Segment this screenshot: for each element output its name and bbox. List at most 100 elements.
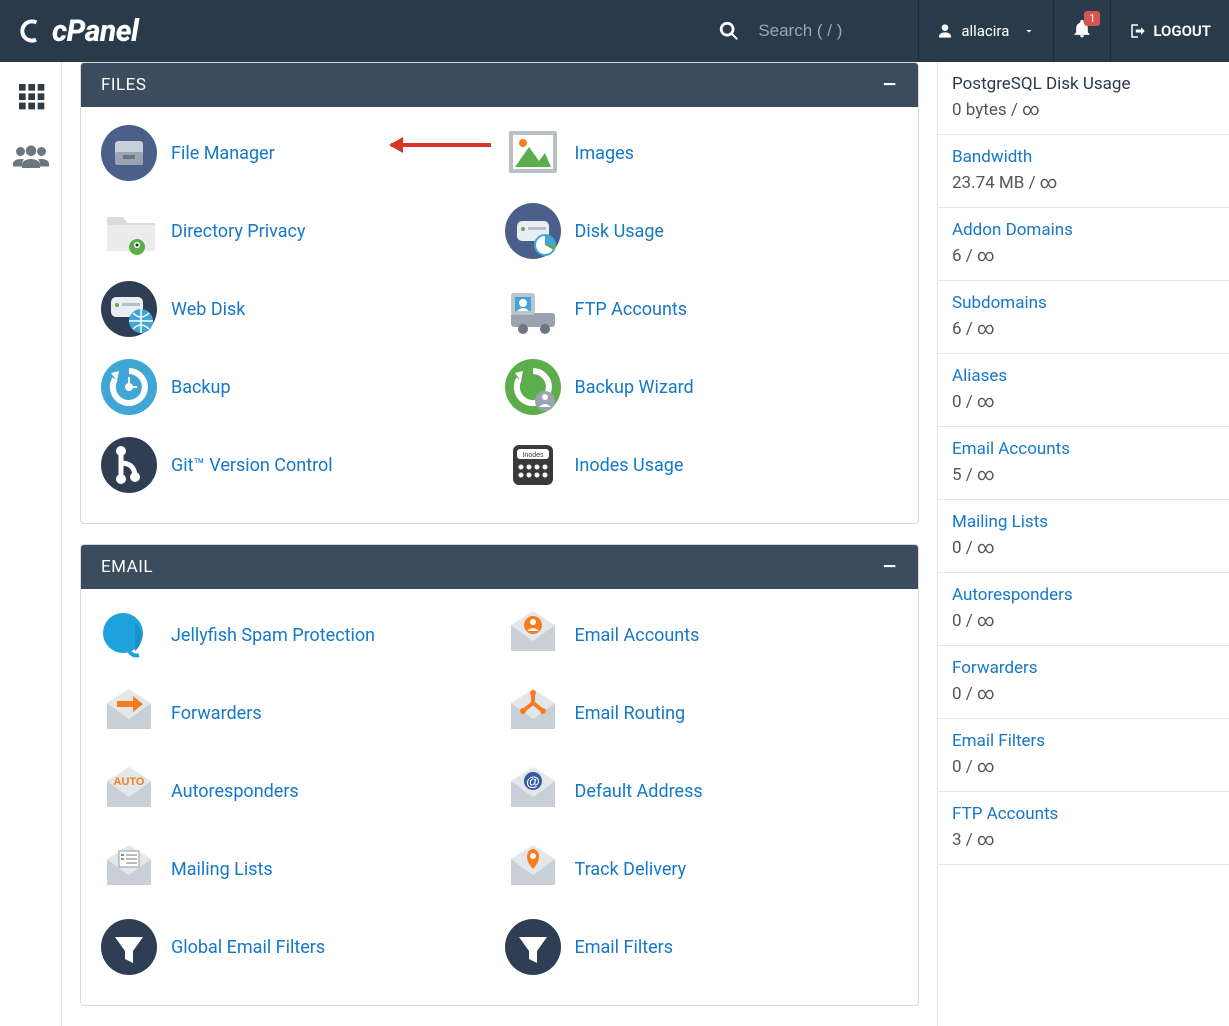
- app-item-directory-privacy[interactable]: Directory Privacy: [101, 203, 495, 259]
- stat-row: Email Accounts5 / ∞: [938, 427, 1229, 500]
- notifications-button[interactable]: 1: [1054, 0, 1110, 62]
- panel-files: FILES − File Manager ImagesDirectory Privac…: [80, 62, 919, 524]
- logout-button[interactable]: LOGOUT: [1111, 0, 1229, 62]
- app-item-global-filters[interactable]: Global Email Filters: [101, 919, 495, 975]
- notification-badge: 1: [1084, 11, 1100, 26]
- backup-icon: [101, 359, 157, 415]
- stat-row: Subdomains6 / ∞: [938, 281, 1229, 354]
- stat-title[interactable]: Aliases: [952, 366, 1215, 386]
- main-content: FILES − File Manager ImagesDirectory Privac…: [62, 62, 937, 1026]
- stat-value: 0 / ∞: [952, 684, 1215, 704]
- app-item-email-routing[interactable]: Email Routing: [505, 685, 899, 741]
- stat-title[interactable]: Autoresponders: [952, 585, 1215, 605]
- brand-logo[interactable]: cPanel: [18, 14, 138, 49]
- stat-value: 6 / ∞: [952, 246, 1215, 266]
- stat-title[interactable]: Bandwidth: [952, 147, 1215, 167]
- search-box[interactable]: [718, 20, 898, 42]
- app-item-default-address[interactable]: Default Address: [505, 763, 899, 819]
- app-item-label: Track Delivery: [575, 859, 687, 880]
- username-label: allacira: [961, 22, 1009, 40]
- stat-title[interactable]: Email Filters: [952, 731, 1215, 751]
- directory-privacy-icon: [101, 203, 157, 259]
- nav-apps-button[interactable]: [15, 80, 47, 116]
- search-input[interactable]: [758, 21, 898, 41]
- app-item-web-disk[interactable]: Web Disk: [101, 281, 495, 337]
- stat-row: Bandwidth 23.74 MB / ∞: [938, 135, 1229, 208]
- stat-value: 23.74 MB / ∞: [952, 173, 1215, 193]
- app-item-email-accounts[interactable]: Email Accounts: [505, 607, 899, 663]
- nav-users-button[interactable]: [13, 142, 49, 174]
- user-icon: [937, 23, 953, 39]
- app-item-file-manager[interactable]: File Manager: [101, 125, 495, 181]
- app-item-mailing-lists[interactable]: Mailing Lists: [101, 841, 495, 897]
- app-item-label: File Manager: [171, 143, 275, 164]
- disk-usage-icon: [505, 203, 561, 259]
- stat-title[interactable]: FTP Accounts: [952, 804, 1215, 824]
- app-item-email-filters[interactable]: Email Filters: [505, 919, 899, 975]
- app-item-label: Forwarders: [171, 703, 262, 724]
- stat-value: 0 / ∞: [952, 757, 1215, 777]
- inodes-icon: [505, 437, 561, 493]
- backup-wizard-icon: [505, 359, 561, 415]
- app-item-label: Web Disk: [171, 299, 245, 320]
- email-filters-icon: [505, 919, 561, 975]
- left-nav: [0, 62, 62, 1026]
- panel-header[interactable]: EMAIL −: [81, 545, 918, 589]
- app-item-forwarders[interactable]: Forwarders: [101, 685, 495, 741]
- logout-icon: [1129, 22, 1147, 40]
- app-item-inodes[interactable]: Inodes Usage: [505, 437, 899, 493]
- app-item-autoresponders[interactable]: Autoresponders: [101, 763, 495, 819]
- app-item-ftp-accounts[interactable]: FTP Accounts: [505, 281, 899, 337]
- app-item-disk-usage[interactable]: Disk Usage: [505, 203, 899, 259]
- email-accounts-icon: [505, 607, 561, 663]
- collapse-icon[interactable]: −: [881, 80, 898, 90]
- stat-value: 0 / ∞: [952, 538, 1215, 558]
- app-item-label: Backup: [171, 377, 231, 398]
- app-item-images[interactable]: Images: [505, 125, 899, 181]
- stats-sidebar: PostgreSQL Disk Usage0 bytes / ∞Bandwidt…: [937, 62, 1229, 1026]
- email-routing-icon: [505, 685, 561, 741]
- panel-title: FILES: [101, 75, 146, 95]
- user-menu[interactable]: allacira: [919, 0, 1053, 62]
- app-item-label: Backup Wizard: [575, 377, 694, 398]
- stat-row: Forwarders 0 / ∞: [938, 646, 1229, 719]
- grid-icon: [15, 80, 47, 112]
- stat-row: FTP Accounts 3 / ∞: [938, 792, 1229, 865]
- app-item-track-delivery[interactable]: Track Delivery: [505, 841, 899, 897]
- stat-title: PostgreSQL Disk Usage: [952, 74, 1215, 94]
- app-item-jellyfish[interactable]: Jellyfish Spam Protection: [101, 607, 495, 663]
- panel-title: EMAIL: [101, 557, 153, 577]
- stat-title[interactable]: Subdomains: [952, 293, 1215, 313]
- collapse-icon[interactable]: −: [881, 562, 898, 572]
- users-icon: [13, 142, 49, 170]
- default-address-icon: [505, 763, 561, 819]
- app-item-label: Global Email Filters: [171, 937, 325, 958]
- app-item-backup-wizard[interactable]: Backup Wizard: [505, 359, 899, 415]
- app-item-label: Disk Usage: [575, 221, 664, 242]
- web-disk-icon: [101, 281, 157, 337]
- stat-title[interactable]: Mailing Lists: [952, 512, 1215, 532]
- panel-body: Jellyfish Spam ProtectionEmail Accounts F…: [81, 589, 918, 1005]
- app-item-label: Email Routing: [575, 703, 686, 724]
- app-item-label: Email Filters: [575, 937, 674, 958]
- stat-row: Autoresponders0 / ∞: [938, 573, 1229, 646]
- app-item-label: FTP Accounts: [575, 299, 688, 320]
- app-item-backup[interactable]: Backup: [101, 359, 495, 415]
- panel-header[interactable]: FILES −: [81, 63, 918, 107]
- stat-value: 3 / ∞: [952, 830, 1215, 850]
- stat-row: Email Filters 0 / ∞: [938, 719, 1229, 792]
- git-icon: [101, 437, 157, 493]
- app-item-label: Autoresponders: [171, 781, 299, 802]
- app-item-label: Mailing Lists: [171, 859, 273, 880]
- file-manager-icon: [101, 125, 157, 181]
- app-item-git[interactable]: Git™ Version Control: [101, 437, 495, 493]
- forwarders-icon: [101, 685, 157, 741]
- track-delivery-icon: [505, 841, 561, 897]
- stat-title[interactable]: Email Accounts: [952, 439, 1215, 459]
- stat-row: Mailing Lists 0 / ∞: [938, 500, 1229, 573]
- images-icon: [505, 125, 561, 181]
- stat-title[interactable]: Forwarders: [952, 658, 1215, 678]
- jellyfish-icon: [101, 607, 157, 663]
- stat-title[interactable]: Addon Domains: [952, 220, 1215, 240]
- app-item-label: Inodes Usage: [575, 455, 684, 476]
